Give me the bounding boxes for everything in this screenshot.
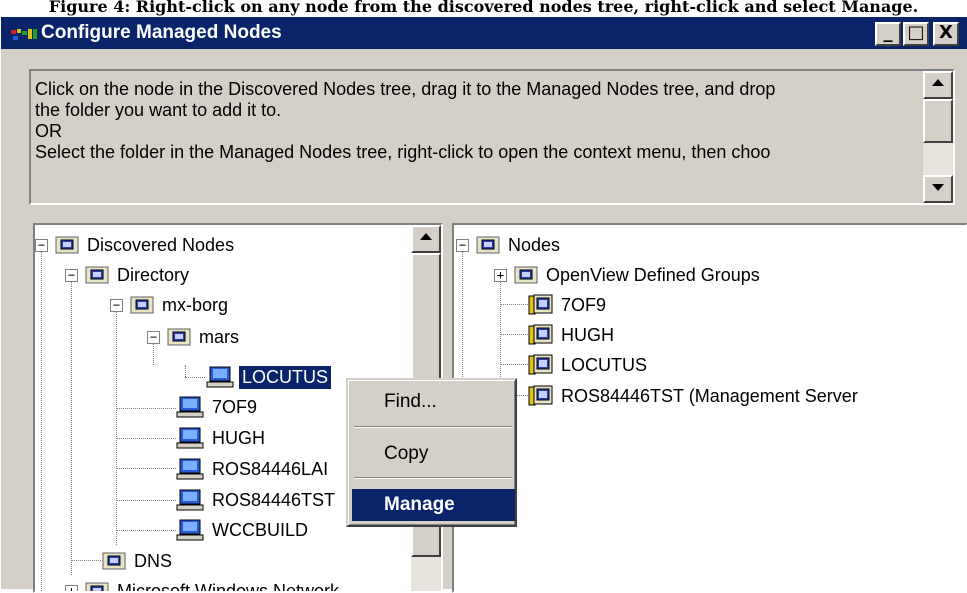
tree-node-label: 7OF9: [558, 294, 609, 317]
collapse-icon[interactable]: −: [456, 239, 469, 252]
maximize-button[interactable]: □: [903, 22, 929, 46]
minimize-button[interactable]: _: [875, 22, 901, 46]
folder-node-icon: [129, 294, 155, 316]
tree-node-label: HUGH: [209, 427, 268, 450]
scroll-up-icon: [932, 79, 944, 86]
tree-node-discovered-nodes[interactable]: − Discovered Nodes: [35, 231, 237, 259]
managed-node-hugh[interactable]: HUGH: [528, 321, 617, 349]
instructions-line-4: Select the folder in the Managed Nodes t…: [35, 142, 925, 163]
tree-node-label: ROS84446LAI: [209, 458, 331, 481]
tree-node-ros84446tst[interactable]: ROS84446TST: [175, 486, 338, 514]
tree-node-mx-borg[interactable]: − mx-borg: [110, 291, 231, 319]
scroll-thumb[interactable]: [923, 99, 953, 143]
computer-icon: [175, 395, 205, 419]
scroll-down-icon: [932, 184, 944, 191]
tree-node-hugh[interactable]: HUGH: [175, 424, 268, 452]
tree-node-label: DNS: [131, 550, 175, 573]
close-button[interactable]: X: [933, 22, 959, 46]
folder-node-icon: [166, 326, 192, 348]
scroll-down-button[interactable]: [923, 175, 953, 203]
tree-node-dns[interactable]: DNS: [101, 547, 175, 575]
managed-node-icon: [528, 353, 554, 377]
managed-node-locutus[interactable]: LOCUTUS: [528, 351, 650, 379]
computer-icon: [205, 365, 235, 389]
tree-node-label: ROS84446TST: [209, 489, 338, 512]
menu-separator: [354, 477, 512, 479]
tree-node-mars[interactable]: − mars: [147, 323, 242, 351]
instructions-line-1: Click on the node in the Discovered Node…: [35, 79, 925, 100]
tree-node-label: LOCUTUS: [239, 366, 331, 389]
scroll-up-icon: [420, 233, 432, 240]
tree-node-openview-defined-groups[interactable]: + OpenView Defined Groups: [494, 261, 763, 289]
folder-node-icon: [84, 264, 110, 286]
tree-node-label: WCCBUILD: [209, 519, 311, 542]
tree-node-label: mx-borg: [159, 294, 231, 317]
instructions-box[interactable]: Click on the node in the Discovered Node…: [29, 69, 955, 205]
tree-node-label: 7OF9: [209, 396, 260, 419]
menu-item-copy[interactable]: Copy: [352, 438, 515, 470]
tree-node-label: mars: [196, 326, 242, 349]
window-title: Configure Managed Nodes: [41, 22, 282, 44]
tree-node-label: Discovered Nodes: [84, 234, 237, 257]
managed-nodes-tree[interactable]: − Nodes + OpenView Defined Groups 7OF9 H…: [452, 223, 967, 593]
collapse-icon[interactable]: −: [147, 331, 160, 344]
computer-icon: [175, 426, 205, 450]
expand-icon[interactable]: +: [494, 269, 507, 282]
instructions-text: Click on the node in the Discovered Node…: [35, 79, 925, 163]
collapse-icon[interactable]: −: [35, 239, 48, 252]
collapse-icon[interactable]: −: [110, 299, 123, 312]
folder-node-icon: [84, 580, 110, 593]
computer-icon: [175, 518, 205, 542]
menu-item-find[interactable]: Find...: [352, 386, 515, 418]
scroll-up-button[interactable]: [923, 71, 953, 99]
folder-node-icon: [101, 550, 127, 572]
app-icon: [11, 25, 39, 43]
tree-node-label: LOCUTUS: [558, 354, 650, 377]
folder-node-icon: [54, 234, 80, 256]
tree-node-locutus[interactable]: LOCUTUS: [205, 363, 331, 391]
tree-node-label: OpenView Defined Groups: [543, 264, 763, 287]
tree-node-nodes[interactable]: − Nodes: [456, 231, 563, 259]
computer-icon: [175, 457, 205, 481]
tree-node-label: Microsoft Windows Network: [114, 580, 342, 593]
instructions-line-2: the folder you want to add it to.: [35, 100, 925, 121]
scroll-up-button[interactable]: [411, 225, 441, 253]
instructions-scrollbar[interactable]: [923, 71, 953, 203]
menu-separator: [354, 426, 512, 428]
managed-node-icon: [528, 323, 554, 347]
tree-node-label: HUGH: [558, 324, 617, 347]
instructions-line-3: OR: [35, 121, 925, 142]
tree-node-wccbuild[interactable]: WCCBUILD: [175, 516, 311, 544]
context-menu: Find... Copy Manage: [346, 378, 517, 527]
tree-node-microsoft-windows-network[interactable]: + Microsoft Windows Network: [65, 577, 342, 593]
tree-node-ros84446lai[interactable]: ROS84446LAI: [175, 455, 331, 483]
folder-node-icon: [513, 264, 539, 286]
collapse-icon[interactable]: −: [65, 269, 78, 282]
tree-node-label: Directory: [114, 264, 192, 287]
managed-node-ros84446tst[interactable]: ROS84446TST (Management Server: [528, 382, 861, 410]
tree-node-label: Nodes: [505, 234, 563, 257]
title-bar[interactable]: Configure Managed Nodes _ □ X: [1, 17, 967, 49]
managed-node-icon: [528, 384, 554, 408]
tree-node-7of9[interactable]: 7OF9: [175, 393, 260, 421]
managed-node-icon: [528, 293, 554, 317]
managed-node-7of9[interactable]: 7OF9: [528, 291, 609, 319]
configure-managed-nodes-window: Configure Managed Nodes _ □ X Click on t…: [0, 16, 967, 589]
computer-icon: [175, 488, 205, 512]
tree-node-label: ROS84446TST (Management Server: [558, 385, 861, 408]
tree-node-directory[interactable]: − Directory: [65, 261, 192, 289]
menu-item-manage[interactable]: Manage: [352, 489, 515, 521]
folder-node-icon: [475, 234, 501, 256]
